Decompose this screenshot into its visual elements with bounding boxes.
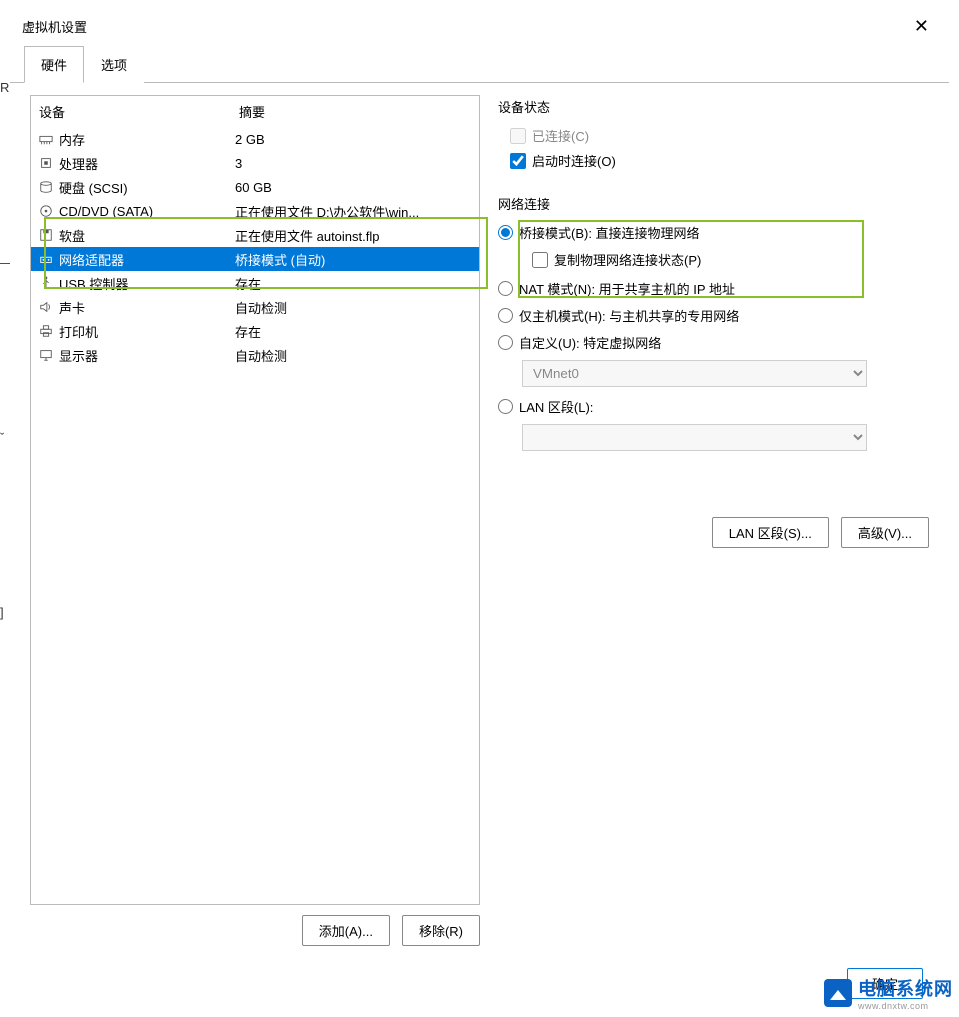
device-summary: 2 GB <box>235 132 265 147</box>
device-row-cd[interactable]: CD/DVD (SATA) 正在使用文件 D:\办公软件\win... <box>31 199 479 223</box>
device-summary: 60 GB <box>235 180 272 195</box>
header-summary: 摘要 <box>239 102 265 121</box>
device-status-label: 设备状态 <box>498 97 929 116</box>
device-name: 硬盘 (SCSI) <box>59 178 235 197</box>
device-row-display[interactable]: 显示器 自动检测 <box>31 343 479 367</box>
replicate-row[interactable]: 复制物理网络连接状态(P) <box>532 250 929 269</box>
replicate-label: 复制物理网络连接状态(P) <box>554 250 701 269</box>
hostonly-label: 仅主机模式(H): 与主机共享的专用网络 <box>519 306 739 325</box>
nat-row[interactable]: NAT 模式(N): 用于共享主机的 IP 地址 <box>498 279 929 298</box>
device-summary: 正在使用文件 autoinst.flp <box>235 226 380 245</box>
sound-icon <box>37 300 55 314</box>
device-name: 显示器 <box>59 346 235 365</box>
cpu-icon <box>37 156 55 170</box>
bridged-radio[interactable] <box>498 225 513 240</box>
header-device: 设备 <box>39 102 239 121</box>
watermark-main: 电脑系统网 <box>858 975 953 1001</box>
device-row-printer[interactable]: 打印机 存在 <box>31 319 479 343</box>
connect-startup-checkbox[interactable] <box>510 153 526 169</box>
vmnet-select: VMnet0 <box>522 360 867 387</box>
content-area: 设备 摘要 内存 2 GB 处理器 3 硬盘 (SCSI) 60 GB <box>10 83 949 958</box>
watermark-text: 电脑系统网 www.dnxtw.com <box>858 975 953 1011</box>
hostonly-radio[interactable] <box>498 308 513 323</box>
device-summary: 桥接模式 (自动) <box>235 250 325 269</box>
lan-row[interactable]: LAN 区段(L): <box>498 397 929 416</box>
remove-button[interactable]: 移除(R) <box>402 915 480 946</box>
connect-startup-label: 启动时连接(O) <box>532 151 616 170</box>
device-summary: 自动检测 <box>235 346 287 365</box>
cd-icon <box>37 204 55 218</box>
device-name: 声卡 <box>59 298 235 317</box>
device-summary: 自动检测 <box>235 298 287 317</box>
window-title: 虚拟机设置 <box>22 17 87 36</box>
device-name: CD/DVD (SATA) <box>59 204 235 219</box>
device-summary: 存在 <box>235 322 261 341</box>
display-icon <box>37 348 55 362</box>
device-name: 内存 <box>59 130 235 149</box>
memory-icon <box>37 132 55 146</box>
nat-radio[interactable] <box>498 281 513 296</box>
network-icon <box>37 252 55 266</box>
connected-label: 已连接(C) <box>532 126 589 145</box>
tab-options[interactable]: 选项 <box>84 46 144 83</box>
floppy-icon <box>37 228 55 242</box>
device-row-sound[interactable]: 声卡 自动检测 <box>31 295 479 319</box>
lan-radio[interactable] <box>498 399 513 414</box>
left-edge-decoration: R — ˇ ] <box>0 80 8 620</box>
bridged-row[interactable]: 桥接模式(B): 直接连接物理网络 <box>498 223 929 242</box>
bridged-label: 桥接模式(B): 直接连接物理网络 <box>519 223 700 242</box>
advanced-button[interactable]: 高级(V)... <box>841 517 929 548</box>
titlebar: 虚拟机设置 ✕ <box>10 8 949 45</box>
printer-icon <box>37 324 55 338</box>
device-name: USB 控制器 <box>59 274 235 293</box>
device-row-disk[interactable]: 硬盘 (SCSI) 60 GB <box>31 175 479 199</box>
device-row-floppy[interactable]: 软盘 正在使用文件 autoinst.flp <box>31 223 479 247</box>
vmnet-row: VMnet0 <box>522 360 929 387</box>
left-panel: 设备 摘要 内存 2 GB 处理器 3 硬盘 (SCSI) 60 GB <box>30 95 480 946</box>
custom-radio[interactable] <box>498 335 513 350</box>
connect-startup-row[interactable]: 启动时连接(O) <box>510 151 929 170</box>
custom-label: 自定义(U): 特定虚拟网络 <box>519 333 661 352</box>
device-row-memory[interactable]: 内存 2 GB <box>31 127 479 151</box>
left-buttons: 添加(A)... 移除(R) <box>30 915 480 946</box>
right-buttons: LAN 区段(S)... 高级(V)... <box>712 517 929 548</box>
network-group: 网络连接 桥接模式(B): 直接连接物理网络 复制物理网络连接状态(P) NAT… <box>498 194 929 451</box>
lan-label: LAN 区段(L): <box>519 397 593 416</box>
watermark-sub: www.dnxtw.com <box>858 1001 953 1011</box>
connected-checkbox <box>510 128 526 144</box>
disk-icon <box>37 180 55 194</box>
lan-segments-button[interactable]: LAN 区段(S)... <box>712 517 829 548</box>
device-row-network[interactable]: 网络适配器 桥接模式 (自动) <box>31 247 479 271</box>
device-name: 网络适配器 <box>59 250 235 269</box>
network-label: 网络连接 <box>498 194 929 213</box>
right-panel: 设备状态 已连接(C) 启动时连接(O) 网络连接 桥接模式(B): 直接连接物… <box>498 95 929 946</box>
hostonly-row[interactable]: 仅主机模式(H): 与主机共享的专用网络 <box>498 306 929 325</box>
watermark: 电脑系统网 www.dnxtw.com <box>824 975 953 1011</box>
connected-row: 已连接(C) <box>510 126 929 145</box>
device-summary: 正在使用文件 D:\办公软件\win... <box>235 202 419 221</box>
replicate-checkbox[interactable] <box>532 252 548 268</box>
device-list-header: 设备 摘要 <box>31 96 479 127</box>
device-name: 打印机 <box>59 322 235 341</box>
lan-select-row <box>522 424 929 451</box>
device-name: 处理器 <box>59 154 235 173</box>
lan-select <box>522 424 867 451</box>
device-row-usb[interactable]: USB 控制器 存在 <box>31 271 479 295</box>
add-button[interactable]: 添加(A)... <box>302 915 390 946</box>
close-icon[interactable]: ✕ <box>908 16 935 37</box>
nat-label: NAT 模式(N): 用于共享主机的 IP 地址 <box>519 279 735 298</box>
device-list[interactable]: 设备 摘要 内存 2 GB 处理器 3 硬盘 (SCSI) 60 GB <box>30 95 480 905</box>
watermark-logo-icon <box>824 979 852 1007</box>
vm-settings-dialog: 虚拟机设置 ✕ 硬件 选项 设备 摘要 内存 2 GB 处理器 3 <box>10 8 949 1017</box>
device-name: 软盘 <box>59 226 235 245</box>
device-summary: 3 <box>235 156 242 171</box>
device-summary: 存在 <box>235 274 261 293</box>
tab-bar: 硬件 选项 <box>10 45 949 83</box>
custom-row[interactable]: 自定义(U): 特定虚拟网络 <box>498 333 929 352</box>
tab-hardware[interactable]: 硬件 <box>24 46 84 83</box>
device-row-cpu[interactable]: 处理器 3 <box>31 151 479 175</box>
usb-icon <box>37 276 55 290</box>
